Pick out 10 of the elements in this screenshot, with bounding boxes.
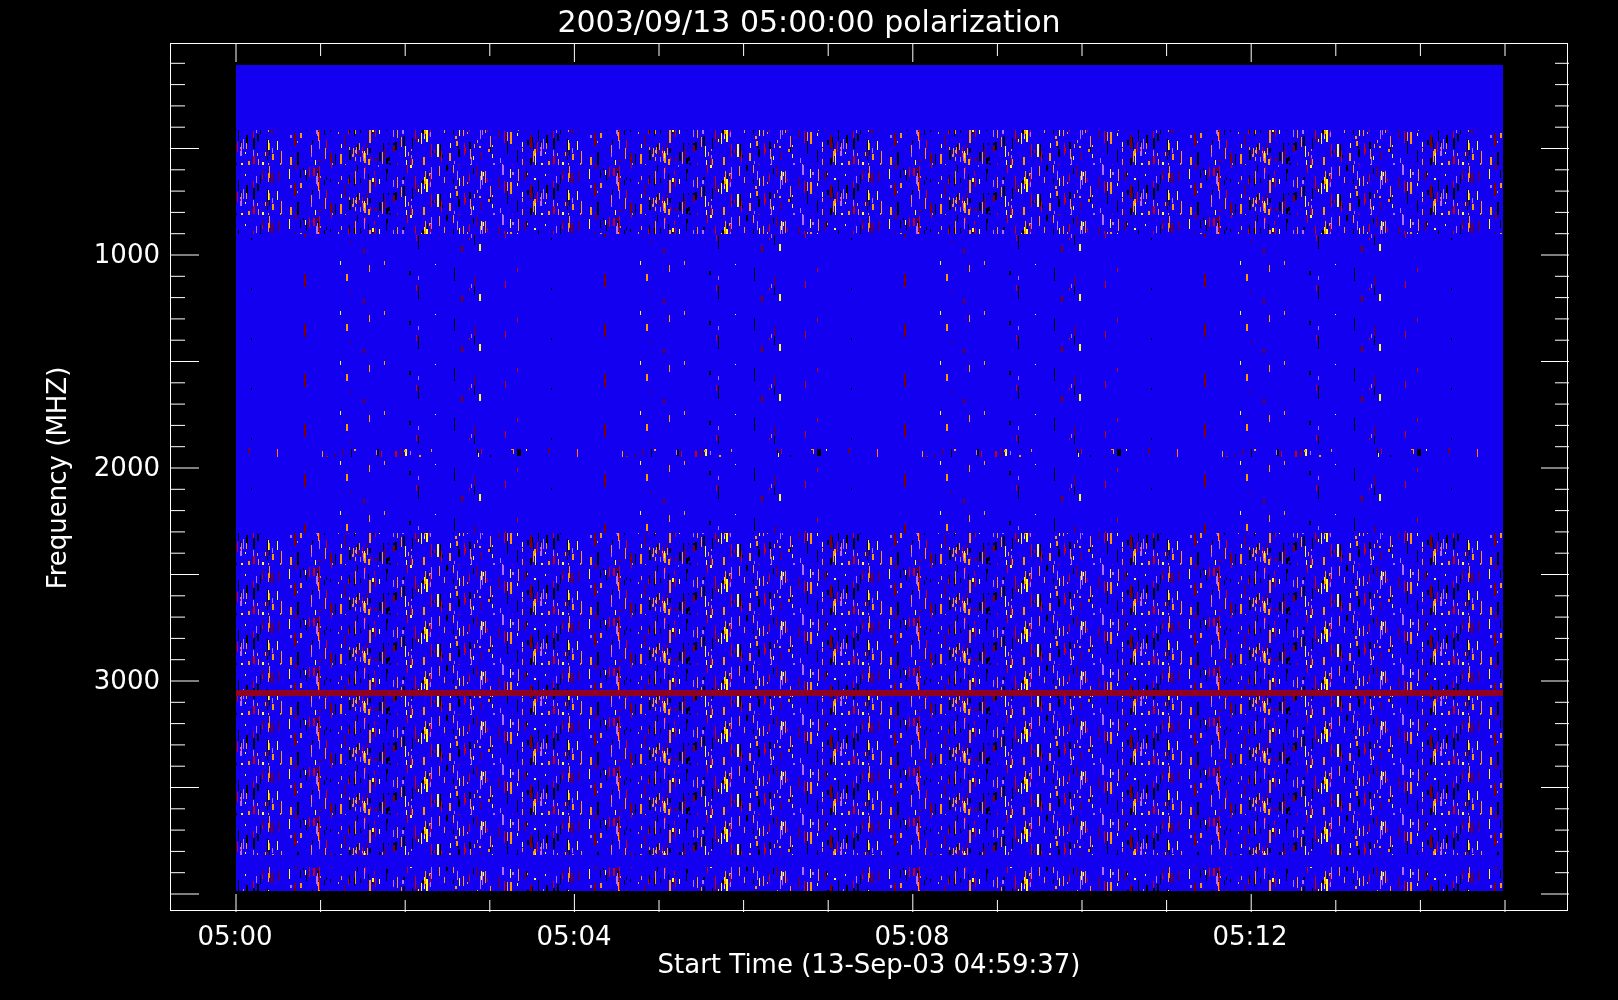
y-tick-label: 3000 [93,667,160,693]
x-tick-label: 05:08 [874,923,950,949]
x-tick-label: 05:00 [197,923,273,949]
y-tick-label: 2000 [93,454,160,480]
x-axis-label: Start Time (13-Sep-03 04:59:37) [657,951,1081,977]
x-tick-label: 05:12 [1212,923,1288,949]
y-axis-label: Frequency (MHZ) [44,366,70,590]
plot-title: 2003/09/13 05:00:00 polarization [557,6,1061,37]
x-tick-label: 05:04 [536,923,612,949]
y-tick-label: 1000 [93,241,160,267]
